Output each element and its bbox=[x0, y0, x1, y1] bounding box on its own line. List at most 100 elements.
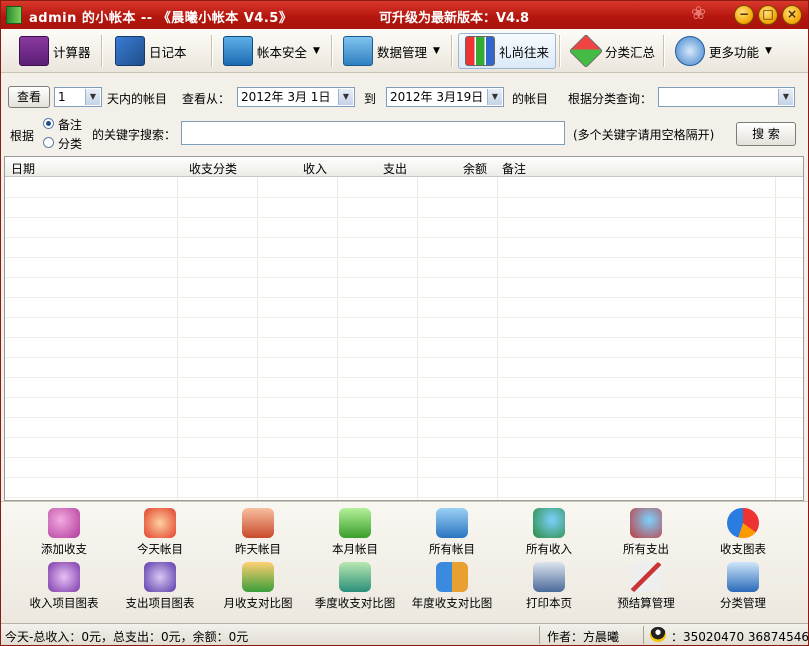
chevron-down-icon[interactable]: ▼ bbox=[487, 89, 502, 105]
to-label: 到 bbox=[364, 92, 377, 106]
gift-chart-icon bbox=[465, 36, 495, 66]
from-date-picker[interactable]: 2012年 3月 1日 ▼ bbox=[237, 87, 355, 107]
budget-manage-button[interactable]: 预结算管理 bbox=[598, 562, 694, 614]
quarterly-compare-button[interactable]: 季度收支对比图 bbox=[307, 562, 403, 614]
quarterly-compare-label: 季度收支对比图 bbox=[314, 596, 396, 610]
all-entries-label: 所有帐目 bbox=[429, 542, 475, 556]
days-select[interactable]: 1 ▼ bbox=[54, 87, 102, 107]
radio-category-label[interactable]: 分类 bbox=[58, 135, 82, 152]
minimize-button[interactable]: − bbox=[734, 5, 754, 25]
all-income-label: 所有收入 bbox=[526, 542, 572, 556]
radio-note[interactable] bbox=[43, 118, 54, 129]
column-note[interactable]: 备注 bbox=[502, 160, 526, 177]
diary-button[interactable]: 日记本 bbox=[109, 33, 193, 69]
app-book-icon bbox=[6, 6, 22, 24]
monthly-compare-label: 月收支对比图 bbox=[223, 596, 293, 610]
column-date[interactable]: 日期 bbox=[11, 160, 35, 177]
radio-note-label[interactable]: 备注 bbox=[58, 116, 82, 133]
monthly-compare-icon bbox=[242, 562, 274, 592]
chevron-down-icon[interactable]: ▼ bbox=[778, 89, 793, 105]
table-row-line bbox=[5, 377, 803, 378]
income-expense-chart-button[interactable]: 收支图表 bbox=[695, 508, 791, 560]
today-summary: 今天-总收入：0元，总支出：0元，余额：0元 bbox=[5, 630, 249, 644]
more-icon bbox=[675, 36, 705, 66]
quarterly-compare-icon bbox=[339, 562, 371, 592]
view-button[interactable]: 查看 bbox=[8, 86, 50, 108]
ledger-suffix-label: 的帐目 bbox=[512, 92, 549, 106]
qq-penguin-icon bbox=[650, 627, 666, 642]
yesterday-icon bbox=[242, 508, 274, 538]
print-icon bbox=[533, 562, 565, 592]
yearly-compare-button[interactable]: 年度收支对比图 bbox=[404, 562, 500, 614]
category-manage-label: 分类管理 bbox=[720, 596, 766, 610]
table-row-line bbox=[5, 337, 803, 338]
ledger-table[interactable]: 日期 收支分类 收入 支出 余额 备注 bbox=[4, 156, 804, 501]
yearly-compare-icon bbox=[436, 562, 468, 592]
table-row-line bbox=[5, 497, 803, 498]
maximize-button[interactable]: □ bbox=[758, 5, 778, 25]
table-row-line bbox=[5, 397, 803, 398]
days-value: 1 bbox=[58, 90, 66, 104]
pie-chart-icon bbox=[727, 508, 759, 538]
more-functions-button[interactable]: 更多功能 ▼ bbox=[669, 33, 778, 69]
category-manage-icon bbox=[727, 562, 759, 592]
category-manage-button[interactable]: 分类管理 bbox=[695, 562, 791, 614]
search-button[interactable]: 搜 索 bbox=[736, 122, 796, 146]
table-row-line bbox=[5, 357, 803, 358]
diary-icon bbox=[115, 36, 145, 66]
chevron-down-icon[interactable]: ▼ bbox=[85, 89, 100, 105]
upgrade-notice[interactable]: 可升级为最新版本：V4.8 bbox=[379, 7, 529, 26]
close-button[interactable]: × bbox=[782, 5, 802, 25]
data-manage-button[interactable]: 数据管理 ▼ bbox=[337, 33, 446, 69]
month-icon bbox=[339, 508, 371, 538]
table-row-line bbox=[5, 237, 803, 238]
to-date-picker[interactable]: 2012年 3月19日 ▼ bbox=[386, 87, 504, 107]
window-title: admin 的小帐本 -- 《晨曦小帐本 V4.5》 bbox=[29, 11, 293, 26]
gift-exchange-label: 礼尚往来 bbox=[499, 44, 550, 60]
calculator-button[interactable]: 计算器 bbox=[13, 33, 97, 69]
author-info: 作者：方晨曦 bbox=[547, 630, 620, 644]
category-summary-button[interactable]: 分类汇总 bbox=[565, 33, 661, 69]
keyword-input[interactable] bbox=[181, 121, 565, 145]
radio-category[interactable] bbox=[43, 137, 54, 148]
category-select[interactable]: ▼ bbox=[658, 87, 795, 107]
today-entries-button[interactable]: 今天帐目 bbox=[112, 508, 208, 560]
from-label: 查看从： bbox=[182, 92, 231, 106]
add-entry-button[interactable]: 添加收支 bbox=[16, 508, 112, 560]
category-icon bbox=[569, 34, 603, 68]
column-expense[interactable]: 支出 bbox=[383, 160, 407, 177]
yesterday-entries-button[interactable]: 昨天帐目 bbox=[210, 508, 306, 560]
column-balance[interactable]: 余额 bbox=[463, 160, 487, 177]
print-page-button[interactable]: 打印本页 bbox=[501, 562, 597, 614]
security-button[interactable]: 帐本安全 ▼ bbox=[217, 33, 326, 69]
print-page-label: 打印本页 bbox=[526, 596, 572, 610]
column-income[interactable]: 收入 bbox=[303, 160, 327, 177]
calculator-label: 计算器 bbox=[53, 44, 91, 60]
calculator-icon bbox=[19, 36, 49, 66]
chevron-down-icon[interactable]: ▼ bbox=[338, 89, 353, 105]
table-row-line bbox=[5, 417, 803, 418]
month-entries-button[interactable]: 本月帐目 bbox=[307, 508, 403, 560]
all-income-button[interactable]: 所有收入 bbox=[501, 508, 597, 560]
status-bar: 今天-总收入：0元，总支出：0元，余额：0元 作者：方晨曦 ：35020470 … bbox=[1, 623, 809, 645]
monthly-compare-button[interactable]: 月收支对比图 bbox=[210, 562, 306, 614]
gift-exchange-button[interactable]: 礼尚往来 bbox=[458, 33, 557, 69]
month-entries-label: 本月帐目 bbox=[332, 542, 378, 556]
income-item-chart-button[interactable]: 收入项目图表 bbox=[16, 562, 112, 614]
column-category[interactable]: 收支分类 bbox=[189, 160, 237, 177]
all-expense-button[interactable]: 所有支出 bbox=[598, 508, 694, 560]
budget-manage-label: 预结算管理 bbox=[617, 596, 675, 610]
title-bar[interactable]: admin 的小帐本 -- 《晨曦小帐本 V4.5》 可升级为最新版本：V4.8… bbox=[1, 1, 808, 29]
table-header: 日期 收支分类 收入 支出 余额 备注 bbox=[5, 157, 803, 177]
to-date-value: 2012年 3月19日 bbox=[390, 90, 484, 104]
table-row-line bbox=[5, 297, 803, 298]
income-expense-chart-label: 收支图表 bbox=[720, 542, 766, 556]
all-entries-button[interactable]: 所有帐目 bbox=[404, 508, 500, 560]
table-row-line bbox=[5, 457, 803, 458]
table-row-line bbox=[5, 217, 803, 218]
app-window: admin 的小帐本 -- 《晨曦小帐本 V4.5》 可升级为最新版本：V4.8… bbox=[0, 0, 809, 646]
by-label: 根据 bbox=[10, 129, 35, 143]
budget-icon bbox=[630, 562, 662, 592]
diary-label: 日记本 bbox=[149, 44, 187, 60]
expense-item-chart-button[interactable]: 支出项目图表 bbox=[112, 562, 208, 614]
